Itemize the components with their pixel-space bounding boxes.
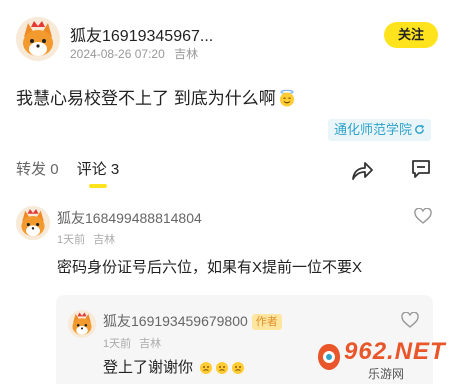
post-avatar[interactable] — [16, 17, 60, 61]
post-username[interactable]: 狐友16919345967... — [70, 22, 213, 46]
comment-username[interactable]: 狐友168499488814804 — [57, 208, 202, 228]
post-body-text: 我慧心易校登不上了 到底为什么啊 — [16, 89, 276, 108]
sweat-emoji-icon — [215, 361, 229, 375]
watermark-logo-icon — [318, 344, 340, 370]
post-location: 吉林 — [174, 47, 199, 61]
comment-icon[interactable] — [410, 158, 432, 180]
angel-emoji-icon — [278, 89, 296, 107]
site-watermark: 962.NET 乐游网 — [316, 338, 446, 381]
reply-username[interactable]: 狐友16919345967980​0 — [103, 313, 248, 329]
reply-avatar[interactable] — [68, 310, 96, 338]
reply-like-heart-icon[interactable] — [401, 312, 419, 328]
tab-comments[interactable]: 评论 3 — [76, 158, 120, 188]
post-meta: 2024-08-26 07:20 吉林 — [70, 45, 198, 62]
watermark-sub: 乐游网 — [368, 367, 405, 381]
author-badge: 作者 — [251, 314, 282, 330]
like-heart-icon[interactable] — [414, 208, 432, 224]
comment-text: 密码身份证号后六位，如果有X提前一位不要X — [57, 259, 363, 276]
sweat-emoji-icon — [199, 361, 213, 375]
school-tag[interactable]: 通化师范学院 — [328, 119, 432, 141]
reply-text-row: 登上了谢谢你 — [103, 356, 245, 377]
follow-button[interactable]: 关注 — [384, 22, 438, 48]
post-date: 2024-08-26 07:20 — [70, 47, 165, 61]
comment-location: 吉林 — [93, 234, 116, 246]
sweat-emoji-icon — [231, 361, 245, 375]
tab-repost[interactable]: 转发 0 — [16, 158, 59, 179]
share-icon[interactable] — [350, 160, 374, 182]
school-tag-label: 通化师范学院 — [334, 122, 413, 137]
reply-user-row: 狐友16919345967980​0 作者 — [103, 311, 282, 331]
tab-repost-label: 转发 — [16, 161, 47, 178]
tab-comments-label: 评论 — [76, 161, 107, 178]
reply-meta: 1天前 吉林 — [103, 335, 161, 351]
post-tabs: 转发 0 评论 3 — [16, 158, 133, 188]
tab-repost-count: 0 — [50, 161, 59, 178]
comment-time: 1天前 — [57, 234, 86, 246]
reply-text: 登上了谢谢你 — [103, 359, 194, 376]
reply-time: 1天前 — [103, 338, 132, 350]
watermark-brand: 962.NET — [344, 338, 446, 365]
comment-avatar[interactable] — [16, 206, 50, 240]
comment-meta: 1天前 吉林 — [57, 231, 115, 247]
post-body: 我慧心易校登不上了 到底为什么啊 — [16, 84, 296, 109]
reply-location: 吉林 — [139, 338, 162, 350]
tab-comments-count: 3 — [110, 161, 120, 178]
refresh-icon — [415, 124, 425, 134]
